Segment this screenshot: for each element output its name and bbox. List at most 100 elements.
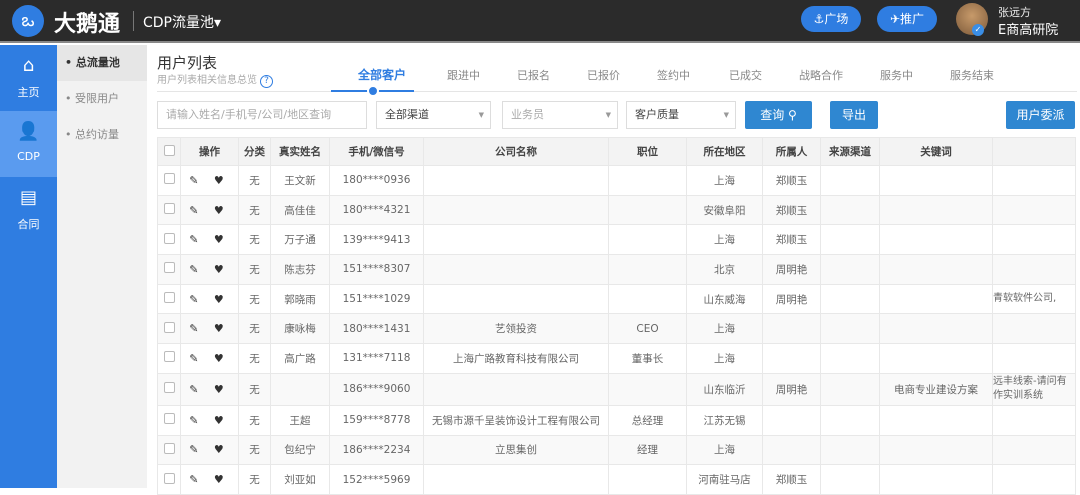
owner-cell	[762, 313, 821, 345]
nav-item-home[interactable]: ⌂ 主页	[0, 45, 57, 111]
keyword-cell	[879, 464, 993, 495]
row-checkbox[interactable]	[163, 413, 175, 425]
table-row[interactable]: ✎ ♥ 无陈志芬 151****8307 北京 周明艳	[157, 254, 1076, 285]
position-cell	[608, 464, 687, 495]
row-checkbox[interactable]	[163, 173, 175, 185]
subnav-restricted-users[interactable]: • 受限用户	[57, 81, 147, 117]
pool-dropdown[interactable]: CDP流量池▾	[143, 12, 221, 32]
name-cell: 王文新	[270, 165, 330, 196]
table-row[interactable]: ✎ ♥ 无王文新 180****0936 上海 郑顺玉	[157, 165, 1076, 196]
owner-cell: 周明艳	[762, 254, 821, 285]
caret-down-icon: ▼	[723, 111, 729, 119]
assign-users-button[interactable]: 用户委派	[1006, 101, 1075, 129]
subnav-label: 总流量池	[75, 56, 120, 69]
phone-cell: 180****1431	[329, 313, 424, 345]
edit-favorite-icons[interactable]: ✎ ♥	[189, 263, 230, 276]
row-checkbox[interactable]	[163, 382, 175, 394]
tab-2[interactable]: 已报名	[517, 67, 550, 83]
query-button[interactable]: 查询 ⚲	[745, 101, 812, 129]
row-select-cell	[157, 464, 181, 495]
edit-favorite-icons[interactable]: ✎ ♥	[189, 414, 230, 427]
edit-favorite-icons[interactable]: ✎ ♥	[189, 352, 230, 365]
note-cell	[992, 313, 1076, 345]
phone-cell: 186****2234	[329, 434, 424, 466]
row-actions: ✎ ♥	[180, 434, 239, 466]
row-actions: ✎ ♥	[180, 224, 239, 256]
keyword-cell	[879, 254, 993, 285]
tab-7[interactable]: 服务中	[880, 67, 913, 83]
name-cell: 万子通	[270, 224, 330, 256]
note-cell	[992, 194, 1076, 226]
row-actions: ✎ ♥	[180, 313, 239, 345]
square-button[interactable]: ⚓广场	[801, 6, 861, 32]
table-row[interactable]: ✎ ♥ 无郭晓雨 151****1029 山东威海 周明艳 青软软件公司,	[157, 283, 1076, 315]
help-icon[interactable]: ?	[260, 75, 273, 88]
row-actions: ✎ ♥	[180, 254, 239, 285]
region-cell: 上海	[686, 313, 763, 345]
table-row[interactable]: ✎ ♥ 无万子通 139****9413 上海 郑顺玉	[157, 224, 1076, 256]
tab-5[interactable]: 已成交	[729, 67, 762, 83]
edit-favorite-icons[interactable]: ✎ ♥	[189, 322, 230, 335]
phone-cell: 139****9413	[329, 224, 424, 256]
table-row[interactable]: ✎ ♥ 无高佳佳 180****4321 安徽阜阳 郑顺玉	[157, 194, 1076, 226]
table-row[interactable]: ✎ ♥ 无包纪宁 186****2234 立思集创 经理 上海	[157, 434, 1076, 466]
phone-cell: 180****4321	[329, 194, 424, 226]
search-input[interactable]: 请输入姓名/手机号/公司/地区查询	[157, 101, 367, 129]
edit-favorite-icons[interactable]: ✎ ♥	[189, 293, 230, 306]
position-cell	[608, 224, 687, 256]
source-cell	[820, 434, 880, 466]
subnav-total-pool[interactable]: • 总流量池	[57, 45, 147, 81]
region-cell: 上海	[686, 224, 763, 256]
row-checkbox[interactable]	[163, 262, 175, 274]
promote-button[interactable]: ✈推广	[877, 6, 937, 32]
row-checkbox[interactable]	[163, 203, 175, 215]
table-row[interactable]: ✎ ♥ 无王超 159****8778 无锡市源千呈装饰设计工程有限公司 总经理 江苏无锡	[157, 404, 1076, 436]
channel-select[interactable]: 全部渠道 ▼	[376, 101, 491, 129]
tab-6[interactable]: 战略合作	[799, 67, 843, 83]
row-checkbox[interactable]	[163, 351, 175, 363]
tab-3[interactable]: 已报价	[587, 67, 620, 83]
row-checkbox[interactable]	[163, 232, 175, 244]
phone-cell: 131****7118	[329, 343, 424, 374]
edit-favorite-icons[interactable]: ✎ ♥	[189, 383, 230, 396]
company-cell	[423, 194, 609, 226]
table-row[interactable]: ✎ ♥ 无康咏梅 180****1431 艺领投资 CEO 上海	[157, 313, 1076, 345]
keyword-cell	[879, 224, 993, 256]
row-checkbox[interactable]	[163, 442, 175, 454]
tab-1[interactable]: 跟进中	[447, 67, 480, 83]
subnav-label: 总约访量	[75, 128, 119, 141]
note-cell	[992, 254, 1076, 285]
table-row[interactable]: ✎ ♥ 无 186****9060 山东临沂 周明艳 电商专业建设方案 远丰线索-请问有作实…	[157, 372, 1076, 406]
subnav-label: 受限用户	[75, 92, 119, 105]
tab-4[interactable]: 签约中	[657, 67, 690, 83]
row-checkbox[interactable]	[163, 321, 175, 333]
quality-select[interactable]: 客户质量 ▼	[626, 101, 736, 129]
edit-favorite-icons[interactable]: ✎ ♥	[189, 443, 230, 456]
note-cell	[992, 224, 1076, 256]
table-row[interactable]: ✎ ♥ 无高广路 131****7118 上海广路教育科技有限公司 董事长 上海	[157, 343, 1076, 374]
column-header	[992, 137, 1076, 166]
subnav-total-visits[interactable]: • 总约访量	[57, 117, 147, 153]
keyword-cell: 电商专业建设方案	[879, 372, 993, 406]
salesman-select[interactable]: 业务员 ▼	[502, 101, 618, 129]
row-checkbox[interactable]	[163, 292, 175, 304]
row-checkbox[interactable]	[163, 472, 175, 484]
select-all-header[interactable]	[157, 137, 181, 166]
nav-item-cdp[interactable]: 👤 CDP	[0, 111, 57, 177]
tab-8[interactable]: 服务结束	[950, 67, 994, 83]
row-actions: ✎ ♥	[180, 343, 239, 374]
export-button[interactable]: 导出	[830, 101, 878, 129]
tab-0[interactable]: 全部客户	[358, 66, 406, 83]
edit-favorite-icons[interactable]: ✎ ♥	[189, 233, 230, 246]
edit-favorite-icons[interactable]: ✎ ♥	[189, 174, 230, 187]
edit-favorite-icons[interactable]: ✎ ♥	[189, 204, 230, 217]
user-table: 操作 分类 真实姓名 手机/微信号 公司名称 职位 所在地区 所属人 来源渠道 关键词 ✎ ♥ 无王…	[157, 137, 1076, 495]
category-cell: 无	[238, 464, 271, 495]
edit-favorite-icons[interactable]: ✎ ♥	[189, 473, 230, 486]
nav-item-contract[interactable]: ▤ 合同	[0, 177, 57, 243]
region-cell: 江苏无锡	[686, 404, 763, 436]
column-header: 操作	[180, 137, 239, 166]
table-row[interactable]: ✎ ♥ 无刘亚如 152****5969 河南驻马店 郑顺玉	[157, 464, 1076, 495]
keyword-cell	[879, 343, 993, 374]
select-all-checkbox[interactable]	[163, 144, 175, 156]
